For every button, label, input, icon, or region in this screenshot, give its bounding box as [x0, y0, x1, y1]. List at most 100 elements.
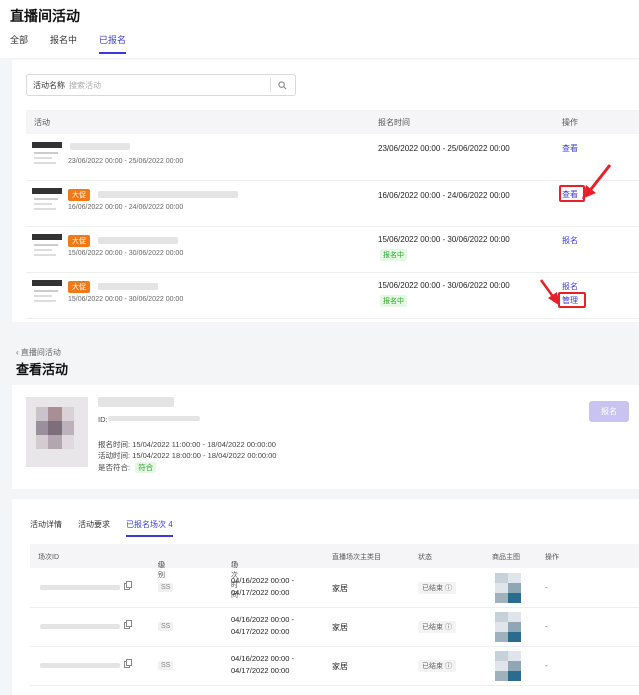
search-divider	[270, 78, 271, 92]
table-row: 大促 15/06/2022 00:00 - 30/06/2022 00:00 1…	[26, 227, 639, 273]
activity-dates: 15/06/2022 00:00 - 30/06/2022 00:00	[68, 296, 184, 303]
status-badge: 已结束 ⓘ	[418, 660, 456, 672]
activity-thumbnail	[32, 142, 62, 172]
promo-badge: 大促	[68, 235, 90, 247]
tab-all[interactable]: 全部	[10, 33, 28, 54]
activity-id: ID:	[98, 415, 108, 424]
redacted-session-id	[40, 585, 120, 590]
redacted-title	[98, 397, 174, 407]
info-icon: ⓘ	[444, 585, 452, 592]
tab-registered-sessions[interactable]: 已报名场次 4	[126, 519, 173, 537]
activity-thumbnail	[32, 280, 62, 310]
status-badge: 已结束 ⓘ	[418, 621, 456, 633]
reg-time: 15/06/2022 00:00 - 30/06/2022 00:00	[378, 281, 510, 290]
table-row: SS 04/16/2022 00:00 -04/17/2022 00:00 家居…	[30, 569, 639, 608]
search-icon[interactable]	[278, 80, 287, 90]
col-activity: 活动	[34, 118, 50, 127]
level-badge: SS	[158, 661, 174, 670]
annotation-arrow-icon	[582, 164, 612, 199]
product-image	[26, 397, 88, 467]
col-status: 状态	[418, 554, 432, 561]
activity-dates: 15/06/2022 00:00 - 30/06/2022 00:00	[68, 250, 184, 257]
table-row: 23/06/2022 00:00 - 25/06/2022 00:00 23/0…	[26, 135, 639, 181]
product-thumbnail	[495, 612, 521, 642]
registered-sessions-card: 活动详情 活动要求 已报名场次 4 场次ID 级别 ⓘ 场次时间 ⓘ 直播场次主…	[12, 499, 639, 695]
session-time: 04/16/2022 00:00 -04/17/2022 00:00	[231, 576, 294, 597]
promo-badge: 大促	[68, 281, 90, 293]
redacted-name	[70, 143, 130, 150]
reg-time: 23/06/2022 00:00 - 25/06/2022 00:00	[378, 144, 510, 153]
table-row: 大促 16/06/2022 00:00 - 24/06/2022 00:00 1…	[26, 181, 639, 227]
filter-tabs: 全部 报名中 已报名	[10, 33, 148, 54]
activity-time: 活动时间: 15/04/2022 18:00:00 - 18/04/2022 0…	[98, 451, 277, 460]
promo-badge: 大促	[68, 189, 90, 201]
session-time: 04/16/2022 00:00 -04/17/2022 00:00	[231, 615, 294, 636]
op-placeholder: -	[545, 583, 548, 592]
breadcrumb[interactable]: ‹ 直播间活动	[16, 347, 61, 358]
register-button[interactable]: 报名	[589, 401, 629, 422]
search-input[interactable]: 搜索活动	[69, 80, 270, 91]
detail-title: 查看活动	[16, 362, 69, 377]
copy-icon[interactable]	[124, 620, 132, 629]
redacted-name	[98, 191, 238, 198]
activity-dates: 16/06/2022 00:00 - 24/06/2022 00:00	[68, 204, 184, 211]
level-badge: SS	[158, 622, 174, 631]
breadcrumb-label: 直播间活动	[20, 348, 61, 357]
redacted-name	[98, 283, 158, 290]
tab-activity-details[interactable]: 活动详情	[30, 519, 62, 537]
tab-activity-requirements[interactable]: 活动要求	[78, 519, 110, 537]
table-row: SS 04/16/2022 00:00 -04/17/2022 00:00 家居…	[30, 647, 639, 686]
op-placeholder: -	[545, 622, 548, 631]
col-category: 直播场次主类目	[332, 554, 381, 561]
product-thumbnail	[495, 651, 521, 681]
redacted-id	[108, 416, 200, 421]
col-reg-time: 报名时间	[378, 118, 410, 127]
session-category: 家居	[332, 623, 348, 632]
col-ops: 操作	[545, 554, 559, 561]
reg-time: 16/06/2022 00:00 - 24/06/2022 00:00	[378, 191, 510, 200]
activity-thumbnail	[32, 234, 62, 264]
info-icon: ⓘ	[444, 663, 452, 670]
status-badge: 报名中	[380, 249, 407, 261]
level-badge: SS	[158, 583, 174, 592]
status-badge: 已结束 ⓘ	[418, 582, 456, 594]
session-time: 04/16/2022 00:00 -04/17/2022 00:00	[231, 654, 294, 675]
register-link[interactable]: 报名	[562, 281, 578, 292]
reg-time: 15/06/2022 00:00 - 30/06/2022 00:00	[378, 235, 510, 244]
session-category: 家居	[332, 662, 348, 671]
col-ops: 操作	[562, 118, 578, 127]
activity-table-header: 活动 报名时间 操作	[26, 110, 639, 134]
redacted-session-id	[40, 663, 120, 668]
redacted-name	[98, 237, 178, 244]
highlight-box	[558, 292, 586, 308]
info-icon: ⓘ	[444, 624, 452, 631]
op-placeholder: -	[545, 661, 548, 670]
copy-icon[interactable]	[124, 581, 132, 590]
col-session-id: 场次ID	[38, 554, 59, 561]
tab-registering[interactable]: 报名中	[50, 33, 77, 54]
eligibility: 是否符合: 符合	[98, 462, 157, 473]
status-badge: 报名中	[380, 295, 407, 307]
copy-icon[interactable]	[124, 659, 132, 668]
activity-summary-card: ID: 报名时间: 15/04/2022 11:00:00 - 18/04/20…	[12, 385, 639, 489]
search-label: 活动名称	[33, 80, 65, 90]
tab-registered[interactable]: 已报名	[99, 33, 127, 54]
annotation-arrow-icon	[539, 279, 560, 306]
view-link[interactable]: 查看	[562, 143, 578, 154]
eligible-badge: 符合	[135, 462, 157, 473]
session-category: 家居	[332, 584, 348, 593]
detail-tabs: 活动详情 活动要求 已报名场次 4	[30, 519, 189, 537]
table-row: SS 04/16/2022 00:00 -04/17/2022 00:00 家居…	[30, 608, 639, 647]
redacted-session-id	[40, 624, 120, 629]
eligibility-label: 是否符合:	[98, 463, 131, 472]
sessions-table-header: 场次ID 级别 ⓘ 场次时间 ⓘ 直播场次主类目 状态 商品主图 操作	[30, 544, 639, 599]
registration-time: 报名时间: 15/04/2022 11:00:00 - 18/04/2022 0…	[98, 440, 276, 449]
register-link[interactable]: 报名	[562, 235, 578, 246]
activity-thumbnail	[32, 188, 62, 218]
activity-dates: 23/06/2022 00:00 - 25/06/2022 00:00	[68, 158, 184, 165]
activity-detail-panel: ‹ 直播间活动 查看活动 ID: 报名时间: 15/04/2022 11:00:…	[0, 343, 639, 695]
page-title: 直播间活动	[10, 8, 80, 24]
col-product-image: 商品主图	[492, 554, 520, 561]
product-thumbnail	[495, 573, 521, 603]
search-box[interactable]: 活动名称 搜索活动	[26, 74, 296, 96]
